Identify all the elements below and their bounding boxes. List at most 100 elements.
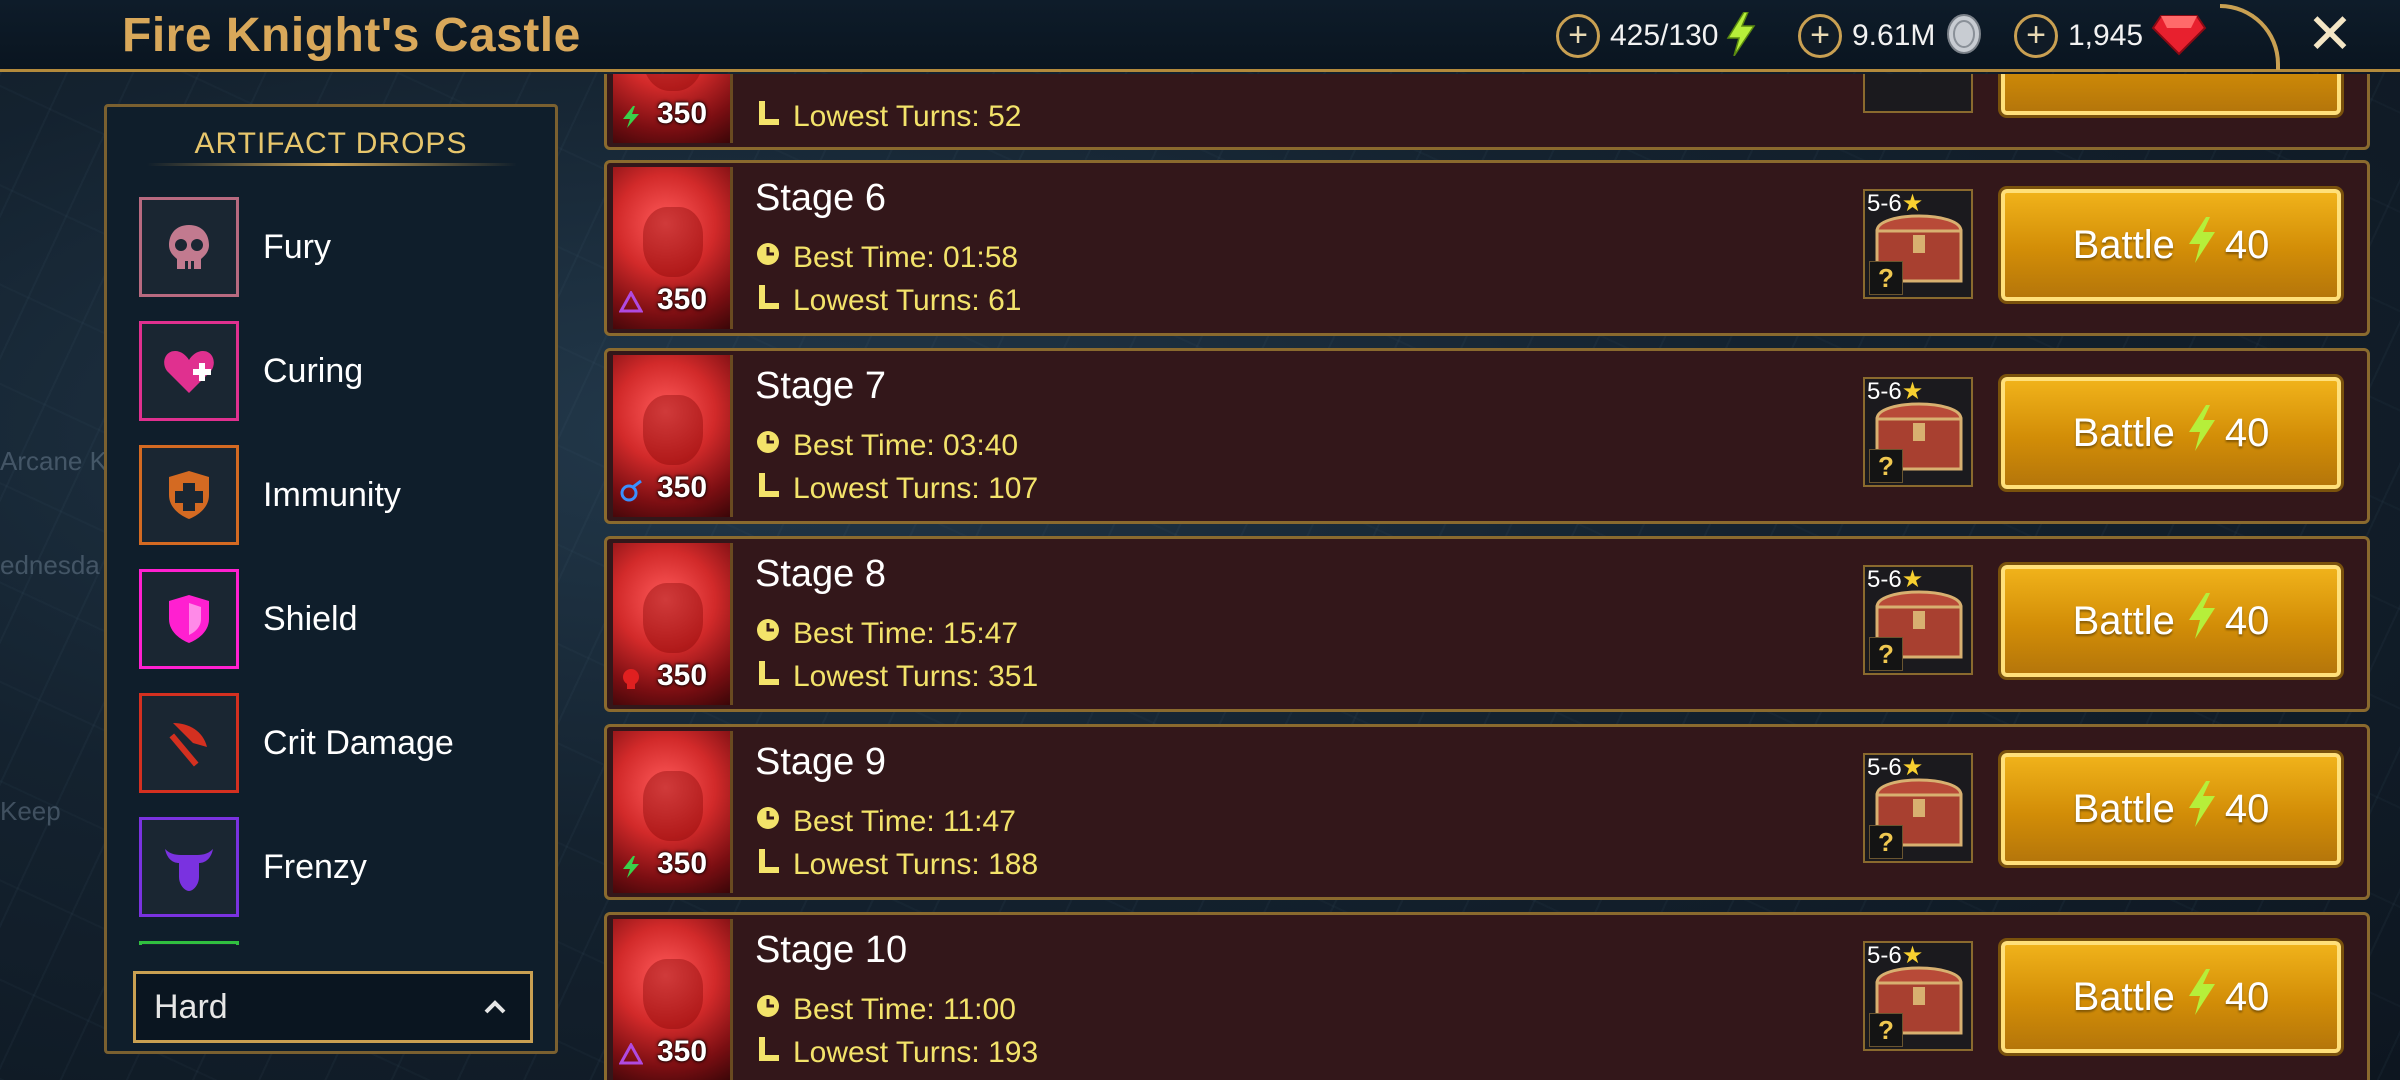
boss-level: 350 (657, 283, 708, 316)
silver-counter: + 9.61M (1798, 12, 1985, 60)
boss-portrait: 350 (613, 543, 733, 705)
star-icon: ★ (1901, 754, 1924, 781)
gems-counter: + 1,945 (2014, 12, 2207, 60)
artifact-set-label: Fury (263, 227, 331, 266)
boss-portrait: 350 (613, 355, 733, 517)
reward-chest[interactable]: 5-6 ★ ? (1863, 753, 1973, 863)
artifact-set-label: Immunity (263, 475, 401, 514)
difficulty-value: Hard (154, 987, 228, 1026)
turns-icon (755, 471, 781, 507)
star-icon: ★ (1901, 378, 1924, 405)
header-ornament (2220, 4, 2280, 70)
battle-button[interactable]: Battle 40 (2001, 941, 2341, 1053)
lowest-turns: Lowest Turns: 351 (755, 659, 1038, 695)
stage-row: 350 Stage 9 Best Time: 11:47 Lowest Turn… (604, 724, 2370, 900)
lowest-turns: Lowest Turns: 61 (755, 283, 1021, 319)
magic-affinity-icon (618, 1041, 644, 1072)
stage-name: Stage 8 (755, 553, 886, 595)
artifact-set-label: Curing (263, 351, 364, 390)
lowest-turns: Lowest Turns: 193 (755, 1035, 1038, 1071)
battle-button[interactable]: Battle 40 (2001, 565, 2341, 677)
best-time: Best Time: 01:58 (755, 241, 1018, 275)
stage-name: Stage 6 (755, 177, 886, 219)
heart-plus-icon (139, 321, 239, 421)
question-icon: ? (1869, 449, 1903, 483)
cross-shield-icon (139, 445, 239, 545)
reward-chest[interactable]: 5-6 ★ ? (1863, 189, 1973, 299)
artifact-set-crit-damage[interactable]: Crit Damage (139, 681, 539, 805)
question-icon: ? (1869, 261, 1903, 295)
turns-icon (755, 283, 781, 319)
lowest-turns: Lowest Turns: 107 (755, 471, 1038, 507)
difficulty-dropdown[interactable]: Hard (133, 971, 533, 1043)
add-energy-button[interactable]: + (1556, 14, 1600, 58)
clock-icon (755, 617, 781, 651)
turns-icon (755, 847, 781, 883)
artifact-set-label: Crit Damage (263, 723, 454, 762)
artifact-set-fury[interactable]: Fury (139, 185, 539, 309)
reward-chest[interactable]: 5-6 ★ ? (1863, 941, 1973, 1051)
boss-portrait: 350 (613, 167, 733, 329)
artifact-set-partial[interactable] (139, 929, 539, 945)
page-title: Fire Knight's Castle (122, 9, 581, 62)
battle-button[interactable]: Battle 40 (2001, 377, 2341, 489)
shield-icon (139, 569, 239, 669)
artifact-set-list[interactable]: Fury Curing Immunity Shield Crit Damage (139, 185, 539, 945)
chest-rank-range: 5-6 (1867, 941, 1902, 969)
energy-value: 425/130 (1610, 19, 1719, 52)
artifact-set-label: Shield (263, 599, 358, 638)
energy-icon (1726, 10, 1756, 61)
artifact-set-curing[interactable]: Curing (139, 309, 539, 433)
top-bar: Fire Knight's Castle + 425/130 + 9.61M +… (0, 0, 2400, 72)
stage-row: 350 Lowest Turns: 52 ? (604, 74, 2370, 150)
chest-rank-range: 5-6 (1867, 565, 1902, 593)
reward-chest[interactable]: 5-6 ★ ? (1863, 377, 1973, 487)
background-location-label: Arcane K (0, 446, 107, 476)
add-gems-button[interactable]: + (2014, 14, 2058, 58)
stage-name: Stage 7 (755, 365, 886, 407)
reward-chest[interactable]: ? (1863, 74, 1973, 113)
artifact-drops-title: ARTIFACT DROPS (194, 127, 468, 160)
battle-button[interactable]: Battle 40 (2001, 753, 2341, 865)
clock-icon (755, 805, 781, 839)
star-icon: ★ (1901, 566, 1924, 593)
artifact-drops-panel: ARTIFACT DROPS Fury Curing Immunity Shie… (104, 104, 558, 1054)
chest-rank-range: 5-6 (1867, 189, 1902, 217)
clock-icon (755, 241, 781, 275)
magic-affinity-icon (618, 289, 644, 320)
battle-button[interactable]: Battle 40 (2001, 189, 2341, 301)
energy-icon (2187, 405, 2217, 461)
lowest-turns: Lowest Turns: 52 (755, 99, 1021, 135)
boss-portrait: 350 (613, 731, 733, 893)
boss-portrait: 350 (613, 74, 733, 143)
stage-name: Stage 9 (755, 741, 886, 783)
chest-rank-range: 5-6 (1867, 377, 1902, 405)
best-time: Best Time: 11:00 (755, 993, 1016, 1027)
stage-list[interactable]: 350 Lowest Turns: 52 ? 350 Stage 6 Best … (604, 74, 2370, 1080)
reward-chest[interactable]: 5-6 ★ ? (1863, 565, 1973, 675)
add-silver-button[interactable]: + (1798, 14, 1842, 58)
spirit-affinity-icon (619, 479, 643, 508)
stage-row: 350 Stage 6 Best Time: 01:58 Lowest Turn… (604, 160, 2370, 336)
battle-button[interactable] (2001, 74, 2341, 115)
stage-row: 350 Stage 10 Best Time: 11:00 Lowest Tur… (604, 912, 2370, 1080)
ruby-gem-icon (2151, 12, 2207, 61)
artifact-set-frenzy[interactable]: Frenzy (139, 805, 539, 929)
artifact-set-icon (139, 941, 239, 945)
divider (147, 163, 517, 166)
question-icon: ? (1869, 825, 1903, 859)
boss-level: 350 (657, 97, 708, 130)
close-button[interactable]: ✕ (2300, 4, 2360, 64)
turns-icon (755, 1035, 781, 1071)
stage-name: Stage 10 (755, 929, 908, 971)
force-affinity-icon (619, 105, 643, 134)
chest-rank-range: 5-6 (1867, 753, 1902, 781)
gems-value: 1,945 (2068, 19, 2144, 52)
artifact-set-shield[interactable]: Shield (139, 557, 539, 681)
background-location-label: Keep (0, 796, 61, 826)
artifact-set-immunity[interactable]: Immunity (139, 433, 539, 557)
silver-value: 9.61M (1852, 19, 1936, 52)
bull-icon (139, 817, 239, 917)
stage-row: 350 Stage 7 Best Time: 03:40 Lowest Turn… (604, 348, 2370, 524)
stage-row: 350 Stage 8 Best Time: 15:47 Lowest Turn… (604, 536, 2370, 712)
